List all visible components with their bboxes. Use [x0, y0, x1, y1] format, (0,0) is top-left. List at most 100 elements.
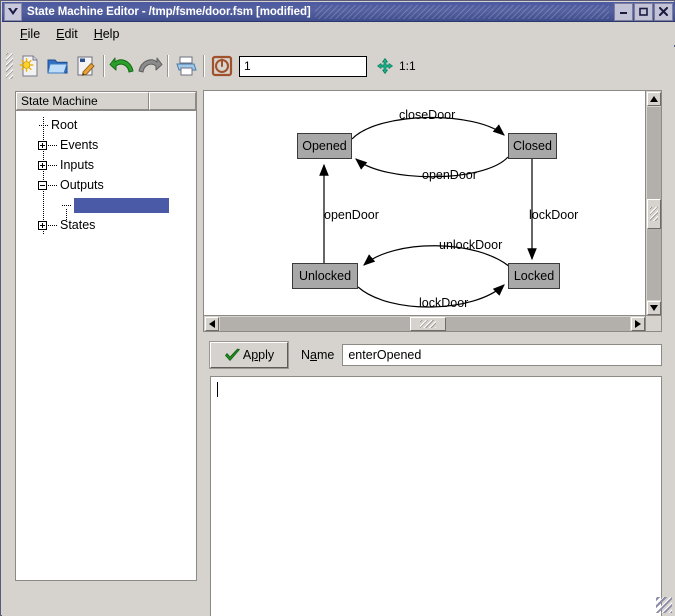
application-window: State Machine Editor - /tmp/fsme/door.fs…: [0, 0, 675, 616]
state-node-unlocked[interactable]: Unlocked: [292, 263, 358, 289]
new-file-icon: [19, 55, 38, 77]
new-file-button[interactable]: [16, 52, 44, 80]
title-bar: State Machine Editor - /tmp/fsme/door.fs…: [2, 2, 675, 22]
redo-button[interactable]: [136, 52, 164, 80]
tree-item-label: Inputs: [60, 158, 95, 172]
four-way-arrow-icon: [377, 58, 393, 74]
tree-connector-dash: [39, 124, 48, 126]
apply-button-label: Apply: [242, 348, 275, 362]
tree-item-label: Root: [51, 118, 78, 132]
minimize-icon: [620, 12, 627, 14]
diagram-edges: [319, 116, 537, 308]
tree-body: Root Events Inputs Outputs States: [16, 111, 196, 580]
window-frame: State Machine Editor - /tmp/fsme/door.fs…: [0, 0, 675, 616]
tree-item-outputs[interactable]: Outputs: [16, 175, 196, 195]
tree-connector-dash: [48, 164, 57, 166]
scrollbar-corner: [645, 315, 661, 331]
state-machine-tree-panel: State Machine Root Events Inputs Outputs…: [15, 91, 197, 581]
tree-item-inputs[interactable]: Inputs: [16, 155, 196, 175]
tree-item-label: States: [60, 218, 96, 232]
maximize-button[interactable]: [634, 2, 653, 21]
name-input[interactable]: enterOpened: [342, 344, 662, 366]
text-caret: [217, 382, 218, 397]
close-icon: [659, 7, 668, 16]
scroll-up-button[interactable]: [647, 92, 661, 106]
transition-label-lockdoor-closed[interactable]: lockDoor: [529, 208, 578, 222]
diagram-canvas-panel: Opened Closed Unlocked Locked closeDoor …: [203, 90, 662, 332]
tree-item-states[interactable]: States: [16, 215, 196, 235]
undo-button[interactable]: [108, 52, 136, 80]
tree-item-events[interactable]: Events: [16, 135, 196, 155]
toolbar-separator: [203, 55, 205, 77]
tree-expander-icon[interactable]: [38, 160, 47, 170]
scrollbar-thumb[interactable]: [647, 199, 661, 229]
tree-column-header-state-machine[interactable]: State Machine: [16, 92, 149, 110]
tree-connector-dash: [48, 224, 57, 226]
zoom-level-label: 1:1: [399, 59, 416, 73]
diagram-horizontal-scrollbar[interactable]: [204, 315, 646, 331]
close-button[interactable]: [654, 2, 673, 21]
scroll-down-button[interactable]: [647, 301, 661, 315]
redo-icon: [138, 57, 163, 73]
zoom-control[interactable]: 1:1: [377, 58, 416, 74]
toolbar-value-input[interactable]: 1: [239, 55, 367, 77]
triangle-down-icon: [650, 305, 658, 311]
menu-edit[interactable]: Edit: [48, 25, 86, 43]
scrollbar-thumb[interactable]: [410, 317, 446, 331]
tree-connector-dash: [62, 204, 71, 206]
title-bar-filler: [314, 4, 609, 19]
transition-label-opendoor[interactable]: openDoor: [422, 168, 477, 182]
state-node-opened[interactable]: Opened: [297, 133, 352, 159]
tree-expander-icon[interactable]: [38, 140, 47, 150]
name-field-label: Name: [301, 348, 335, 362]
state-node-locked[interactable]: Locked: [508, 263, 560, 289]
minimize-button[interactable]: [614, 2, 633, 21]
print-icon: [176, 56, 197, 76]
save-file-button[interactable]: [72, 52, 100, 80]
tree-expander-icon[interactable]: [38, 220, 47, 230]
power-icon: [211, 55, 233, 77]
tree-header: State Machine: [16, 92, 196, 111]
toolbar-drag-handle[interactable]: [6, 53, 13, 79]
triangle-right-icon: [635, 320, 641, 328]
triangle-left-icon: [209, 320, 215, 328]
chevron-down-icon: [8, 7, 18, 15]
menu-file[interactable]: File: [12, 25, 48, 43]
tree-item-label: Outputs: [60, 178, 104, 192]
tree-column-header-secondary[interactable]: [149, 92, 196, 110]
menu-bar: File Edit Help: [2, 22, 675, 45]
scroll-right-button[interactable]: [631, 317, 645, 331]
transition-label-lockdoor[interactable]: lockDoor: [419, 296, 468, 310]
apply-button[interactable]: Apply: [209, 341, 289, 369]
triangle-up-icon: [650, 96, 658, 102]
toolbar-separator: [103, 55, 105, 77]
scrollbar-thumb-grip: [650, 207, 658, 221]
diagram-vertical-scrollbar[interactable]: [645, 91, 661, 316]
stop-button[interactable]: [208, 52, 236, 80]
open-file-button[interactable]: [44, 52, 72, 80]
open-folder-icon: [47, 59, 68, 74]
diagram-canvas[interactable]: Opened Closed Unlocked Locked closeDoor …: [204, 91, 645, 315]
main-content: State Machine Root Events Inputs Outputs…: [2, 85, 675, 616]
tree-connector-dash: [48, 184, 57, 186]
transition-label-opendoor-unlocked[interactable]: openDoor: [324, 208, 379, 222]
tree-item-root[interactable]: Root: [16, 115, 196, 135]
tree-expander-icon[interactable]: [38, 180, 47, 190]
save-edit-icon: [77, 56, 95, 76]
window-controls: [613, 2, 673, 21]
state-node-closed[interactable]: Closed: [508, 133, 557, 159]
tree-item-label: Events: [60, 138, 99, 152]
scroll-left-button[interactable]: [205, 317, 219, 331]
print-button[interactable]: [172, 52, 200, 80]
transition-label-unlockdoor[interactable]: unlockDoor: [439, 238, 502, 252]
menu-help[interactable]: Help: [86, 25, 128, 43]
code-editor[interactable]: [210, 376, 662, 616]
toolbar: 1 1:1: [2, 47, 675, 85]
scrollbar-thumb-grip: [420, 320, 436, 328]
window-menu-button[interactable]: [4, 2, 22, 21]
transition-label-closedoor[interactable]: closeDoor: [399, 108, 455, 122]
tree-connector-dash: [48, 144, 57, 146]
tree-item-output-selected[interactable]: [16, 195, 196, 215]
window-resize-grip[interactable]: [656, 597, 672, 613]
toolbar-separator: [167, 55, 169, 77]
